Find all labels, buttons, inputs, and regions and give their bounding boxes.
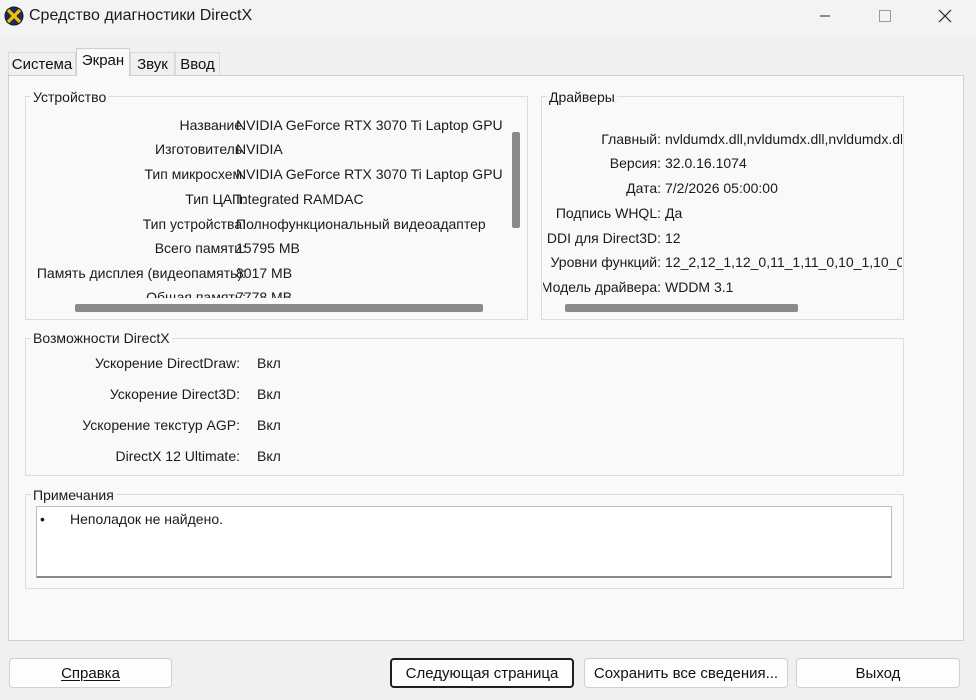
device-type-value: Полнофункциональный видеоадаптер [236,216,486,232]
chip-type-value: NVIDIA GeForce RTX 3070 Ti Laptop GPU [236,166,503,182]
driver-date-value: 7/2/2026 05:00:00 [665,180,778,196]
minimize-button[interactable] [802,0,848,32]
tab-label: Система [11,56,73,73]
feature-levels-value: 12_2,12_1,12_0,11_1,11_0,10_1,10_0,9_3 [665,254,902,270]
display-memory-label: Память дисплея (видеопамять): [36,265,246,281]
main-driver-label: Главный: [601,131,661,147]
device-name-value: NVIDIA GeForce RTX 3070 Ti Laptop GPU [236,117,503,133]
close-icon [938,9,952,23]
ddi-label: DDI для Direct3D: [546,230,661,246]
save-all-button[interactable]: Сохранить все сведения... [584,658,788,688]
maximize-icon [879,10,891,22]
display-memory-value: 8017 MB [236,265,293,281]
dac-type-value: Integrated RAMDAC [236,191,364,207]
direct3d-value: Вкл [257,386,281,402]
minimize-icon [820,15,830,17]
tab-display[interactable]: Экран [76,48,130,76]
drivers-info-list: Главный: nvldumdx.dll,nvldumdx.dll,nvldu… [543,124,902,300]
driver-model-value: WDDM 3.1 [665,279,734,295]
tab-label: Звук [137,56,168,73]
close-button[interactable] [922,0,968,32]
direct3d-label: Ускорение Direct3D: [109,386,240,402]
notes-textbox[interactable]: • Неполадок не найдено. [36,506,892,578]
manufacturer-label: Изготовитель: [155,141,246,157]
device-vertical-scrollbar[interactable] [512,132,520,228]
total-memory-value: 15795 MB [236,240,300,256]
maximize-button[interactable] [862,0,908,32]
manufacturer-value: NVIDIA [236,141,283,157]
window-title: Средство диагностики DirectX [29,7,253,24]
tab-sound[interactable]: Звук [130,52,175,76]
feature-levels-label: Уровни функций: [550,254,661,270]
notes-text: Неполадок не найдено. [70,511,223,527]
shared-memory-value: 7778 MB [236,289,293,298]
device-type-label: Тип устройства: [142,216,246,232]
directx-app-icon [4,6,24,26]
main-driver-value: nvldumdx.dll,nvldumdx.dll,nvldumdx.dll,n… [665,131,902,147]
directx-features-title: Возможности DirectX [31,330,172,346]
drivers-group-title: Драйверы [547,89,617,105]
exit-button-label: Выход [855,664,901,682]
driver-model-label: Модель драйвера: [543,279,661,295]
device-info-list: Название: NVIDIA GeForce RTX 3070 Ti Lap… [27,108,505,298]
dx12-ultimate-value: Вкл [257,448,281,464]
dx12-ultimate-label: DirectX 12 Ultimate: [115,448,240,464]
exit-button[interactable]: Выход [796,658,960,688]
drivers-horizontal-scrollbar[interactable] [565,304,798,312]
next-page-button-label: Следующая страница [405,664,559,682]
agp-value: Вкл [257,417,281,433]
tab-label: Экран [81,52,125,69]
agp-label: Ускорение текстур AGP: [82,417,240,433]
notes-bullet: • [40,511,45,527]
device-horizontal-scrollbar[interactable] [75,304,483,312]
chip-type-label: Тип микросхем: [144,166,246,182]
shared-memory-label: Общая память: [146,289,246,298]
tab-label: Ввод [180,56,215,73]
tab-input[interactable]: Ввод [175,52,220,76]
notes-title: Примечания [31,487,116,503]
directdraw-value: Вкл [257,355,281,371]
driver-version-label: Версия: [609,155,661,171]
tab-system[interactable]: Система [8,52,76,76]
directdraw-label: Ускорение DirectDraw: [95,355,240,371]
device-group-title: Устройство [31,89,109,105]
ddi-value: 12 [665,230,681,246]
save-all-button-label: Сохранить все сведения... [593,664,779,682]
title-bar: Средство диагностики DirectX [0,0,976,36]
driver-version-value: 32.0.16.1074 [665,155,747,171]
help-button[interactable]: Справка [9,658,172,688]
whql-label: Подпись WHQL: [555,205,661,221]
whql-value: Да [665,205,683,221]
help-button-label: Справка [61,664,120,682]
total-memory-label: Всего памяти: [154,240,246,256]
driver-date-label: Дата: [626,180,661,196]
next-page-button[interactable]: Следующая страница [390,658,574,688]
